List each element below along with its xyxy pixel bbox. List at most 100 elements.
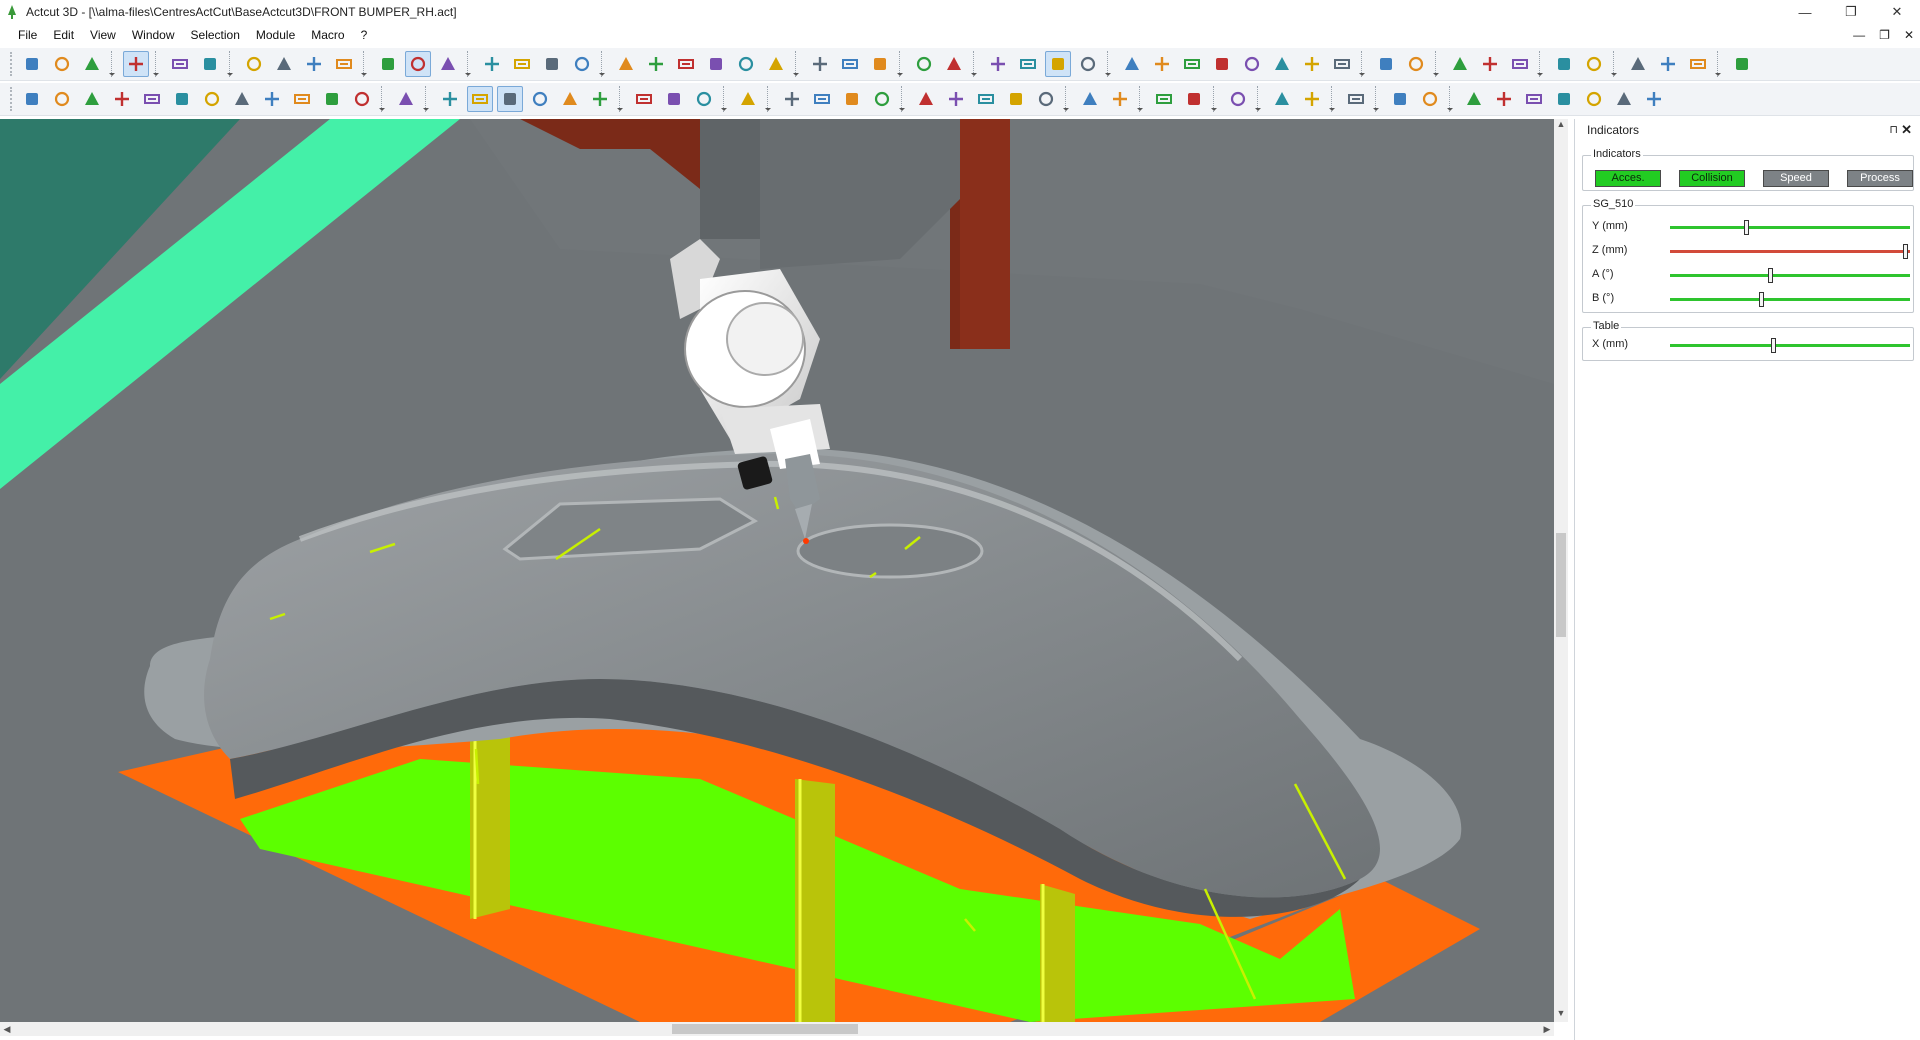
list-button[interactable] <box>393 86 419 112</box>
align-b-button[interactable] <box>1299 86 1325 112</box>
toolbar-separator[interactable] <box>617 86 625 112</box>
toolbar-separator[interactable] <box>1105 51 1113 77</box>
menu-view[interactable]: View <box>82 24 124 46</box>
minimize-button[interactable]: — <box>1782 0 1828 24</box>
assembly-button[interactable] <box>1625 51 1651 77</box>
toolbar-gripper[interactable] <box>10 52 13 76</box>
view-front-button[interactable] <box>613 51 639 77</box>
axis-x-thumb[interactable] <box>1770 338 1776 353</box>
refresh-button[interactable] <box>109 86 135 112</box>
cut-button[interactable] <box>1239 51 1265 77</box>
toolbar-separator[interactable] <box>423 86 431 112</box>
scroll-up-icon[interactable]: ▲ <box>1554 119 1568 133</box>
bulb-button[interactable] <box>437 86 463 112</box>
bulb-multi-button[interactable] <box>557 86 583 112</box>
paint-button[interactable] <box>1107 86 1133 112</box>
fill-color-button[interactable] <box>1015 51 1041 77</box>
trim-button[interactable] <box>241 51 267 77</box>
view-iso-button[interactable] <box>837 51 863 77</box>
list-d-button[interactable] <box>1003 86 1029 112</box>
part-b-button[interactable] <box>1329 51 1355 77</box>
toolbar-separator[interactable] <box>227 51 235 77</box>
menu-help[interactable]: ? <box>353 24 376 46</box>
sheet-button[interactable] <box>1373 51 1399 77</box>
menu-macro[interactable]: Macro <box>303 24 352 46</box>
clamp-c-button[interactable] <box>319 86 345 112</box>
toolbar-separator[interactable] <box>793 51 801 77</box>
machine-button[interactable] <box>1225 86 1251 112</box>
grid-button[interactable] <box>1045 51 1071 77</box>
columns-button[interactable] <box>735 86 761 112</box>
auto-button[interactable] <box>691 86 717 112</box>
toolbar-separator[interactable] <box>1329 86 1337 112</box>
shear-b-button[interactable] <box>1477 51 1503 77</box>
shaded-edge-view-button[interactable] <box>405 51 431 77</box>
pin-icon[interactable]: ⊓ <box>1889 123 1898 136</box>
clamp-b-button[interactable] <box>289 86 315 112</box>
indicator-speed-button[interactable]: Speed <box>1763 170 1829 187</box>
toolbar-separator[interactable] <box>153 51 161 77</box>
pencil-button[interactable] <box>199 86 225 112</box>
align-button[interactable] <box>1269 86 1295 112</box>
toolbar-separator[interactable] <box>379 86 387 112</box>
flag-button[interactable] <box>1075 51 1101 77</box>
toolbar-separator[interactable] <box>765 86 773 112</box>
scroll-right-icon[interactable]: ▶ <box>1540 1022 1554 1036</box>
toolbar-separator[interactable] <box>971 51 979 77</box>
toolbar-separator[interactable] <box>1063 86 1071 112</box>
view-window-button[interactable] <box>867 51 893 77</box>
axis-a-slider[interactable] <box>1670 268 1910 283</box>
export-button[interactable] <box>1551 51 1577 77</box>
target-button[interactable] <box>1149 51 1175 77</box>
zoom-out-button[interactable] <box>569 51 595 77</box>
axis-z-thumb[interactable] <box>1902 244 1908 259</box>
toolbar-gripper[interactable] <box>10 87 13 111</box>
toolbar-separator[interactable] <box>1447 86 1455 112</box>
toolbar-separator[interactable] <box>897 51 905 77</box>
redo-button[interactable] <box>197 51 223 77</box>
doc-minimize-button[interactable]: — <box>1853 28 1865 42</box>
tool-path-button[interactable] <box>985 51 1011 77</box>
box-button[interactable] <box>1151 86 1177 112</box>
view-top-button[interactable] <box>733 51 759 77</box>
pause-button[interactable] <box>1581 86 1607 112</box>
camera-button[interactable] <box>941 51 967 77</box>
scroll-down-icon[interactable]: ▼ <box>1554 1008 1568 1022</box>
toolbar-separator[interactable] <box>721 86 729 112</box>
scene-canvas[interactable] <box>0 119 1554 1022</box>
fit-all-button[interactable] <box>807 51 833 77</box>
sensor-b-button[interactable] <box>661 86 687 112</box>
toolbar-separator[interactable] <box>1255 86 1263 112</box>
axis-y-slider[interactable] <box>1670 220 1910 235</box>
assembly-b-button[interactable] <box>1655 51 1681 77</box>
assembly-c-button[interactable] <box>1685 51 1711 77</box>
move-button[interactable] <box>169 86 195 112</box>
menu-selection[interactable]: Selection <box>183 24 248 46</box>
menu-file[interactable]: File <box>10 24 45 46</box>
toolbar-separator[interactable] <box>109 51 117 77</box>
export-b-button[interactable] <box>1581 51 1607 77</box>
bulb-grid-button[interactable] <box>587 86 613 112</box>
ruler-button[interactable] <box>349 86 375 112</box>
skip-button[interactable] <box>1611 86 1637 112</box>
arrow-left-button[interactable] <box>913 86 939 112</box>
toolbar-separator[interactable] <box>1359 51 1367 77</box>
toolbar-separator[interactable] <box>899 86 907 112</box>
clamp-button[interactable] <box>259 86 285 112</box>
bulk-button[interactable] <box>19 86 45 112</box>
list-b-button[interactable] <box>779 86 805 112</box>
color-view-button[interactable] <box>435 51 461 77</box>
bulb-3d-button[interactable] <box>497 86 523 112</box>
vertical-scroll-thumb[interactable] <box>1556 533 1566 637</box>
sensor-button[interactable] <box>631 86 657 112</box>
3d-viewport[interactable] <box>0 119 1554 1022</box>
rotate-part-button[interactable] <box>1269 51 1295 77</box>
zoom-in-button[interactable] <box>539 51 565 77</box>
toolbar-separator[interactable] <box>1211 86 1219 112</box>
arrow-right-button[interactable] <box>943 86 969 112</box>
indicator-collision-button[interactable]: Collision <box>1679 170 1745 187</box>
shaded-view-button[interactable] <box>375 51 401 77</box>
doc-close-button[interactable]: ✕ <box>1904 28 1914 42</box>
viewport-vertical-scrollbar[interactable]: ▲ ▼ <box>1554 119 1568 1022</box>
toolbar-separator[interactable] <box>361 51 369 77</box>
